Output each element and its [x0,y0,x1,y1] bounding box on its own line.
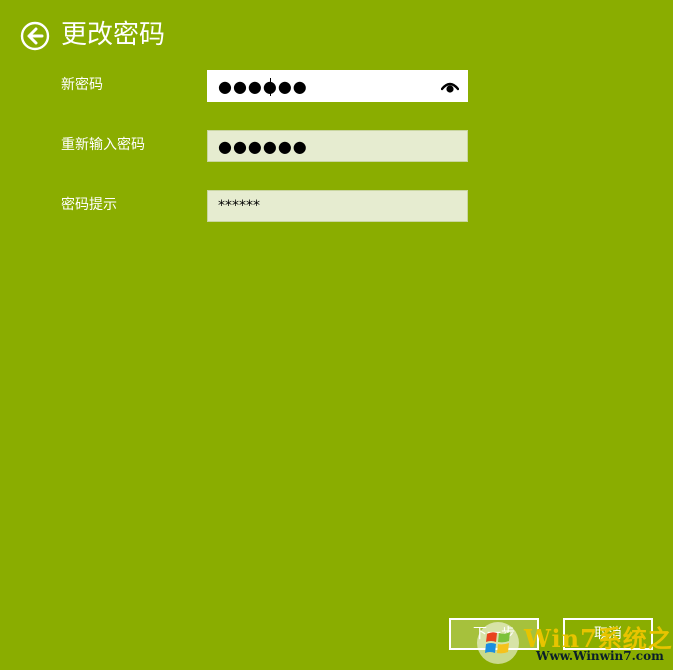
new-password-label: 新密码 [61,77,103,93]
confirm-password-value: ●●●●●● [218,137,308,156]
arrow-left-circle-icon [20,21,50,51]
new-password-value: ●●●●●● [218,77,308,96]
eye-icon [440,82,460,93]
back-button[interactable] [20,21,50,51]
password-hint-field[interactable]: ****** [207,190,468,222]
confirm-password-field[interactable]: ●●●●●● [207,130,468,162]
text-caret [270,78,271,96]
watermark: Win7系统之家 Www.Winwin7.com [472,617,673,669]
confirm-password-label: 重新输入密码 [61,137,145,153]
new-password-field[interactable]: ●●●●●● [207,70,468,102]
password-hint-value: ****** [218,198,260,214]
reveal-password-button[interactable] [440,79,460,95]
windows-logo-icon [477,622,519,664]
page-title: 更改密码 [61,20,166,50]
watermark-url: Www.Winwin7.com [536,649,664,663]
password-hint-label: 密码提示 [61,197,117,213]
